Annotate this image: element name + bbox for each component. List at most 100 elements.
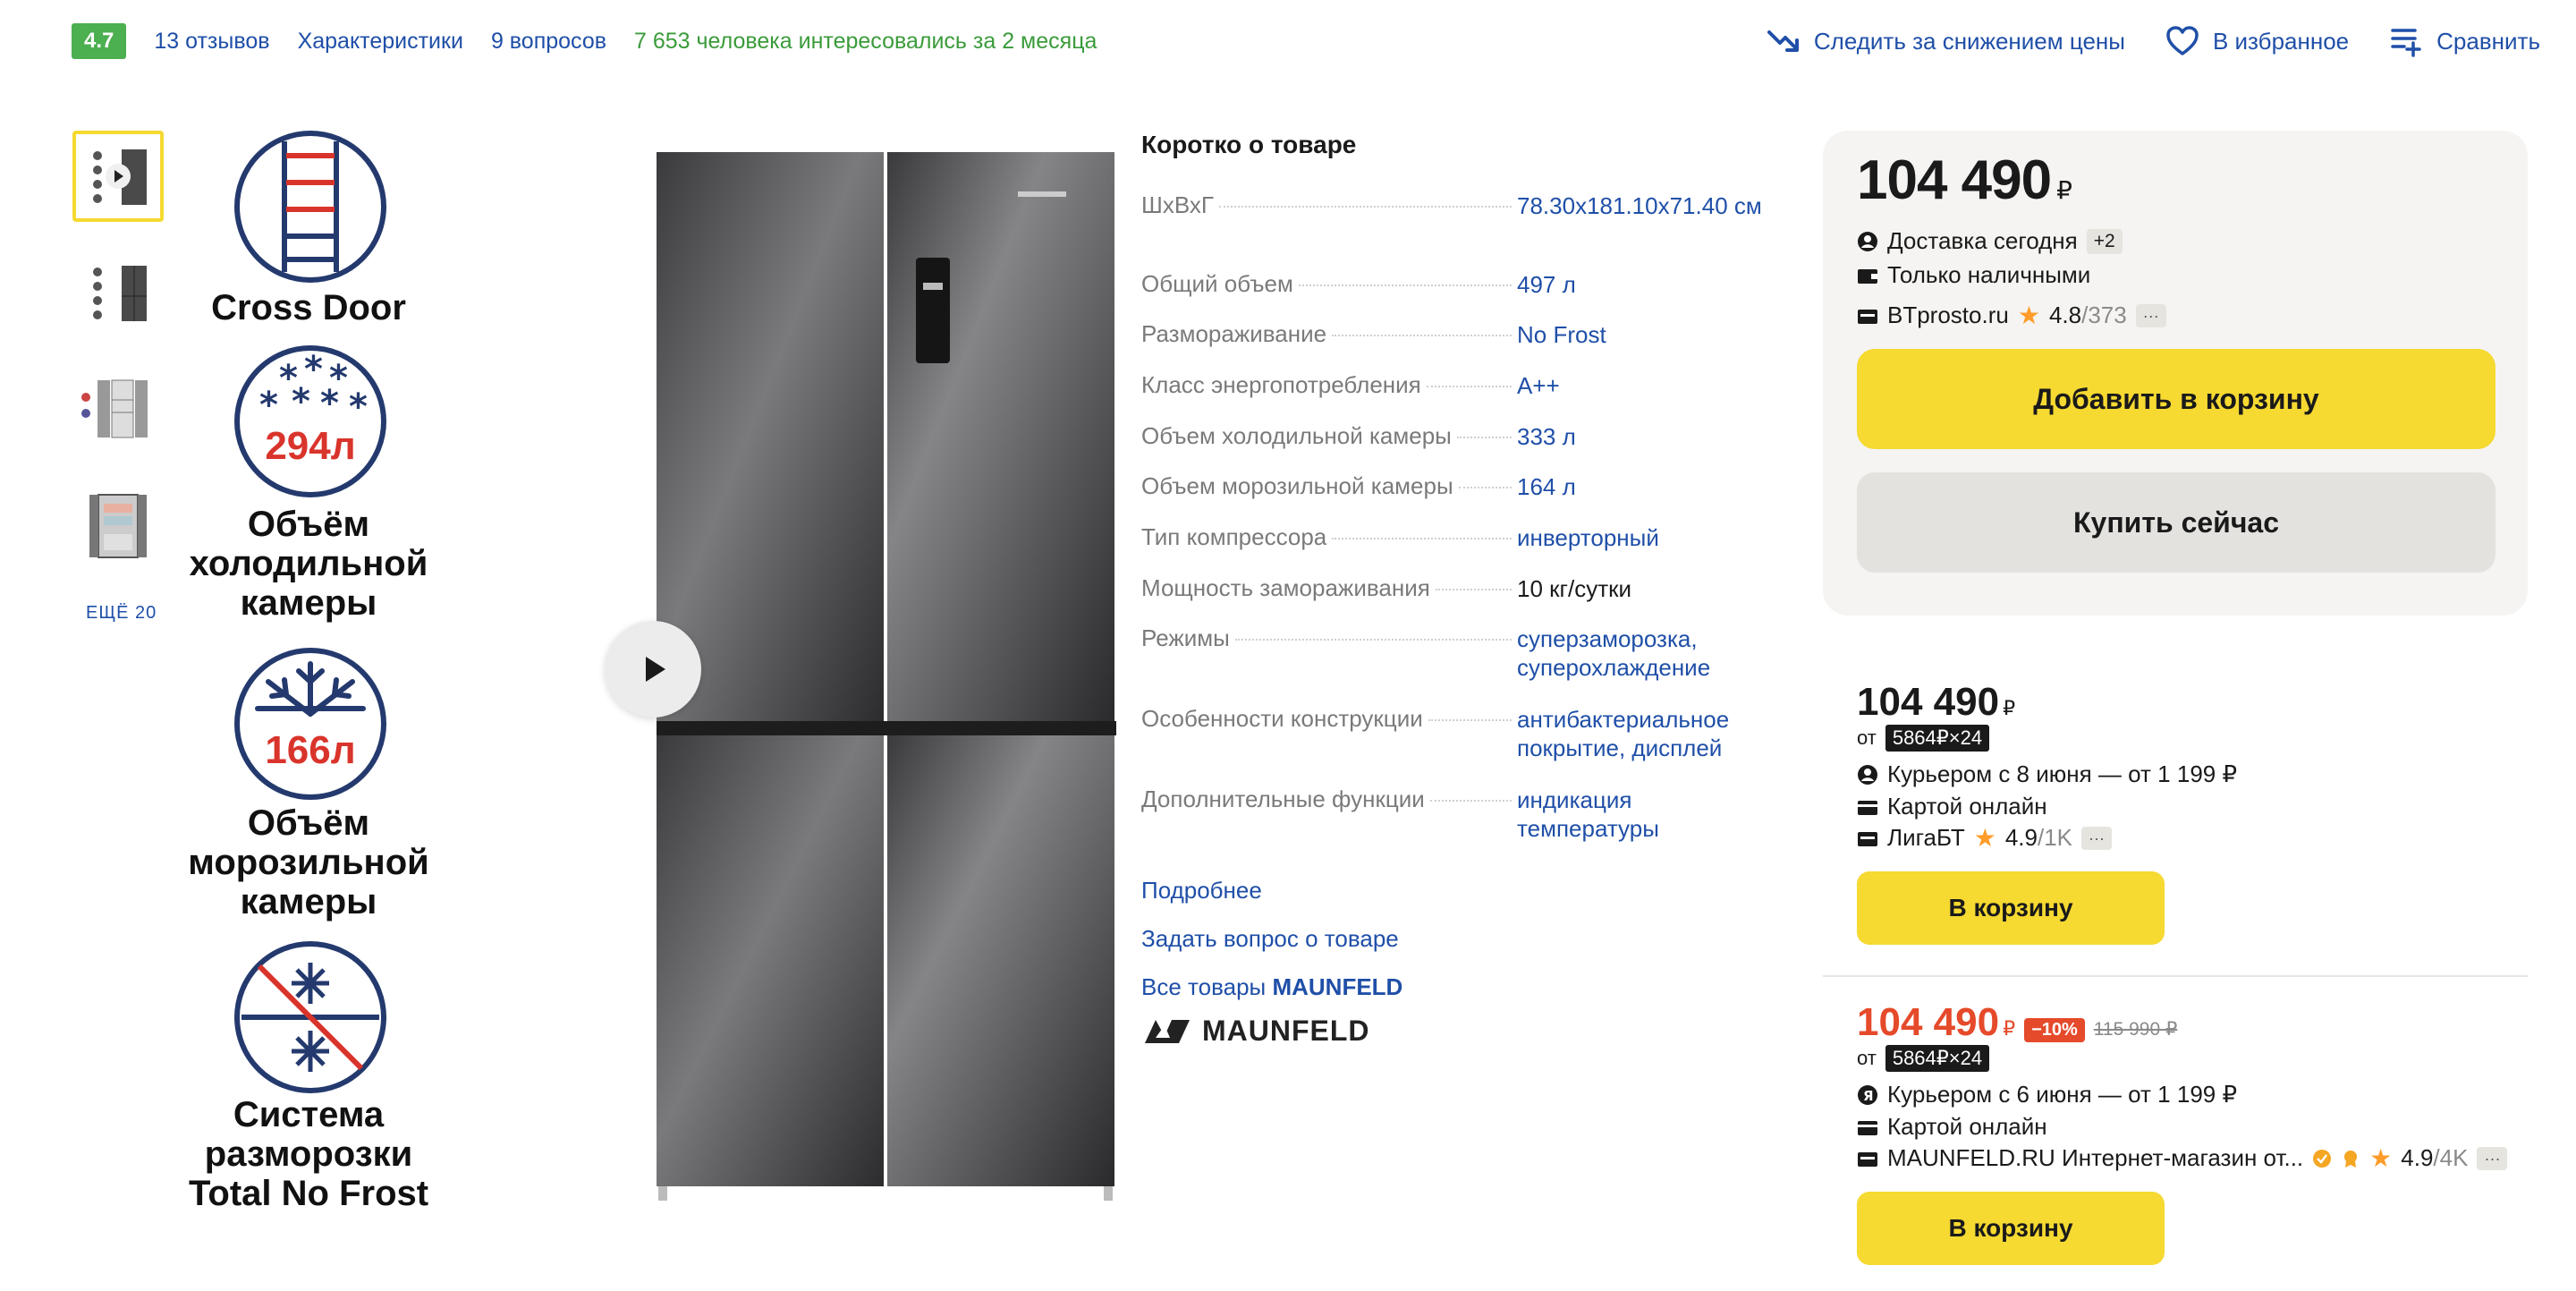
spec-row-freeze-power: Мощность замораживания 10 кг/сутки: [1141, 574, 1767, 603]
feature-fridge-volume: Объём холодильной камеры: [189, 505, 428, 623]
spec-row-modes: Режимы суперзаморозка, суперохлаждение: [1141, 624, 1767, 682]
offer-3-seller[interactable]: MAUNFELD.RU Интернет-магазин от... ★ 4.9…: [1857, 1143, 2508, 1173]
installment-box: 5864₽×24: [1885, 1045, 1990, 1072]
spec-name: Класс энергопотребления: [1141, 371, 1421, 398]
delivery-text: Доставка сегодня: [1887, 227, 2078, 254]
spec-value[interactable]: суперзаморозка, суперохлаждение: [1517, 624, 1767, 682]
brand-logo-text: MAUNFELD: [1202, 1015, 1370, 1047]
spec-value[interactable]: 164 л: [1517, 472, 1767, 501]
wallet-icon: [1858, 268, 1877, 284]
from-label: от: [1857, 1047, 1877, 1069]
more-photos-link[interactable]: ЕЩЁ 20: [86, 603, 157, 624]
spec-name: Тип компрессора: [1141, 523, 1327, 550]
delivery-extra-pill[interactable]: +2: [2086, 228, 2123, 254]
thumbnail-3[interactable]: [72, 363, 164, 454]
main-offer-seller[interactable]: BTprosto.ru ★ 4.8/373 ···: [1857, 301, 2166, 330]
svg-text:Я: Я: [1863, 1088, 1874, 1104]
thumbnail-image: [89, 494, 147, 558]
cross-door-icon: [234, 131, 386, 283]
spec-value[interactable]: 497 л: [1517, 270, 1767, 299]
spec-row-energy-class: Класс энергопотребления A++: [1141, 371, 1767, 400]
spec-value[interactable]: 333 л: [1517, 422, 1767, 451]
seller-rating: 4.9: [2004, 824, 2038, 851]
ask-question-link[interactable]: Задать вопрос о товаре: [1141, 925, 1399, 953]
specs-title: Коротко о товаре: [1141, 131, 1357, 158]
seller-rating: 4.8: [2048, 302, 2082, 328]
shop-icon: [1858, 309, 1877, 324]
track-price-button[interactable]: Следить за снижением цены: [1766, 23, 2125, 59]
more-specs-link[interactable]: Подробнее: [1141, 877, 1262, 905]
spec-name: Размораживание: [1141, 320, 1327, 347]
interest-text: 7 653 человека интересовались за 2 месяц…: [634, 28, 1097, 54]
thumbnail-1[interactable]: [72, 131, 164, 222]
offer-3-payment: Картой онлайн: [1857, 1113, 2047, 1141]
old-price: 115 990 ₽: [2093, 1019, 2178, 1040]
video-play-button[interactable]: [605, 621, 701, 718]
main-offer-price: 104 490 ₽: [1857, 149, 2072, 211]
spec-value[interactable]: 78.30x181.10x71.40 см: [1517, 191, 1767, 220]
spec-name: Особенности конструкции: [1141, 705, 1423, 732]
seller-more-button[interactable]: ···: [2081, 826, 2113, 850]
add-to-cart-button[interactable]: Добавить в корзину: [1857, 349, 2496, 449]
main-offer-payment: Только наличными: [1857, 261, 2090, 289]
courier-icon: [1858, 231, 1877, 251]
spec-value[interactable]: индикация температуры: [1517, 786, 1767, 843]
freezer-volume-icon: [234, 648, 386, 800]
spec-row-design: Особенности конструкции антибактериально…: [1141, 705, 1767, 762]
product-image[interactable]: [649, 149, 1120, 1210]
seller-reviews: /4K: [2433, 1144, 2469, 1171]
offer-3-delivery: Я Курьером с 6 июня — от 1 199 ₽: [1857, 1081, 2237, 1108]
thumbnail-image: [93, 149, 147, 205]
thumbnail-4[interactable]: [72, 480, 164, 571]
offer-2-installment[interactable]: от 5864₽×24: [1857, 725, 1990, 752]
spec-value[interactable]: A++: [1517, 371, 1767, 400]
characteristics-link[interactable]: Характеристики: [298, 29, 463, 55]
spec-row-total-volume: Общий объем 497 л: [1141, 270, 1767, 299]
reviews-link[interactable]: 13 отзывов: [154, 29, 269, 55]
offer-divider: [1823, 975, 2528, 977]
spec-name: Дополнительные функции: [1141, 786, 1425, 812]
svg-text:*: *: [259, 385, 278, 426]
all-brand-goods-link[interactable]: Все товары MAUNFELD: [1141, 973, 1402, 1001]
shop-icon: [1858, 831, 1877, 846]
buy-now-button[interactable]: Купить сейчас: [1857, 472, 2496, 573]
track-price-label: Следить за снижением цены: [1813, 27, 2125, 55]
spec-name: ШхВхГ: [1141, 191, 1214, 218]
seller-more-button[interactable]: ···: [2477, 1146, 2508, 1170]
favorite-label: В избранное: [2212, 27, 2350, 55]
questions-link[interactable]: 9 вопросов: [491, 29, 606, 55]
courier-icon: [1858, 764, 1877, 785]
offer-2-cart-button[interactable]: В корзину: [1857, 871, 2165, 945]
offer-3-cart-button[interactable]: В корзину: [1857, 1192, 2165, 1265]
seller-more-button[interactable]: ···: [2135, 303, 2166, 327]
star-icon: ★: [1973, 824, 1996, 852]
freezer-volume-value: 166л: [265, 728, 356, 772]
spec-name: Режимы: [1141, 624, 1230, 651]
card-icon: [1858, 800, 1877, 815]
offer-2-price: 104 490 ₽: [1857, 680, 2016, 724]
spec-value[interactable]: антибактериальное покрытие, дисплей: [1517, 705, 1767, 762]
seller-reviews: /1K: [2038, 824, 2073, 851]
no-frost-icon: [234, 941, 386, 1093]
compare-icon: [2391, 29, 2421, 57]
svg-text:*: *: [292, 381, 310, 422]
compare-button[interactable]: Сравнить: [2388, 23, 2540, 59]
yandex-delivery-icon: Я: [1858, 1084, 1877, 1105]
spec-row-extra: Дополнительные функции индикация темпера…: [1141, 786, 1767, 843]
brand-logo[interactable]: MAUNFELD: [1141, 1015, 1370, 1048]
favorite-button[interactable]: В избранное: [2165, 23, 2349, 59]
all-goods-brand: MAUNFELD: [1272, 973, 1403, 1000]
compare-label: Сравнить: [2436, 27, 2540, 55]
offer-2-seller[interactable]: ЛигаБТ ★ 4.9/1K ···: [1857, 823, 2113, 853]
spec-name: Объем холодильной камеры: [1141, 422, 1452, 449]
feature-freezer-volume: Объём морозильной камеры: [188, 803, 429, 922]
thumbnail-2[interactable]: [72, 247, 164, 338]
payment-text: Только наличными: [1887, 261, 2091, 288]
offer-3-installment[interactable]: от 5864₽×24: [1857, 1045, 1990, 1072]
spec-row-dimensions: ШхВхГ 78.30x181.10x71.40 см: [1141, 191, 1767, 220]
spec-name: Объем морозильной камеры: [1141, 472, 1453, 499]
feature-cross-door: Cross Door: [211, 288, 406, 327]
payment-text: Картой онлайн: [1887, 1113, 2047, 1140]
spec-value[interactable]: инверторный: [1517, 523, 1767, 552]
spec-value[interactable]: No Frost: [1517, 320, 1767, 349]
